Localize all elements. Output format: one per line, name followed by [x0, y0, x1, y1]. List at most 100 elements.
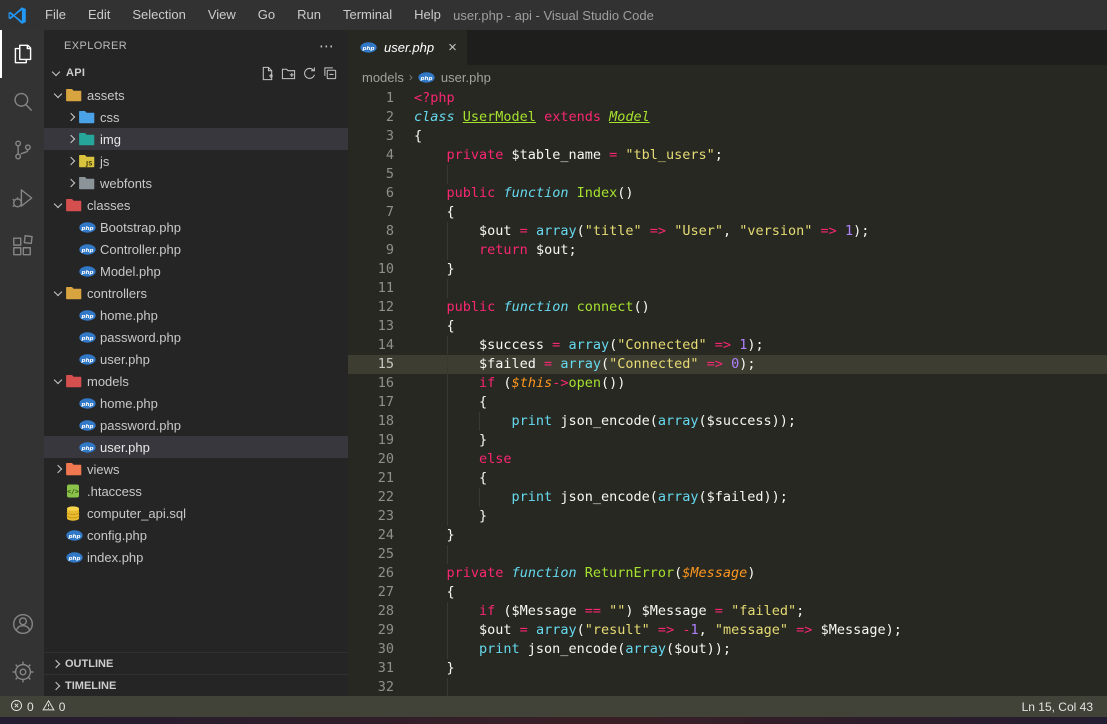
explorer-icon[interactable]: [0, 30, 44, 78]
tree-item-label: classes: [87, 198, 130, 213]
code-line-25[interactable]: 25: [348, 545, 1107, 564]
tree-item-label: Controller.php: [100, 242, 181, 257]
close-icon[interactable]: ×: [448, 40, 457, 55]
svg-text:php: php: [362, 46, 375, 52]
tree-item-password-php[interactable]: phppassword.php: [44, 326, 348, 348]
code-line-31[interactable]: 31 }: [348, 659, 1107, 678]
code-line-29[interactable]: 29 $out = array("result" => -1, "message…: [348, 621, 1107, 640]
menu-run[interactable]: Run: [286, 0, 332, 30]
menu-terminal[interactable]: Terminal: [332, 0, 403, 30]
search-icon[interactable]: [0, 78, 44, 126]
line-number: 22: [348, 488, 394, 507]
tree-item-controller-php[interactable]: phpController.php: [44, 238, 348, 260]
collapse-folders-icon[interactable]: [323, 66, 338, 81]
php-file-icon: php: [79, 442, 97, 453]
code-line-5[interactable]: 5: [348, 165, 1107, 184]
code-line-7[interactable]: 7 {: [348, 203, 1107, 222]
code-line-18[interactable]: 18 print json_encode(array($success));: [348, 412, 1107, 431]
outline-panel-header[interactable]: OUTLINE: [44, 652, 348, 674]
account-icon[interactable]: [0, 600, 44, 648]
code-line-30[interactable]: 30 print json_encode(array($out));: [348, 640, 1107, 659]
code-area[interactable]: 1<?php2class UserModel extends Model3{4 …: [348, 89, 1107, 696]
cursor-position[interactable]: Ln 15, Col 43: [1022, 700, 1093, 714]
code-line-22[interactable]: 22 print json_encode(array($failed));: [348, 488, 1107, 507]
code-line-3[interactable]: 3{: [348, 127, 1107, 146]
tree-item-label: webfonts: [100, 176, 152, 191]
source-control-icon[interactable]: [0, 126, 44, 174]
tree-item-home-php[interactable]: phphome.php: [44, 392, 348, 414]
tree-item-assets[interactable]: assets: [44, 84, 348, 106]
code-line-19[interactable]: 19 }: [348, 431, 1107, 450]
code-line-24[interactable]: 24 }: [348, 526, 1107, 545]
php-file-icon: php: [79, 398, 97, 409]
svg-text:php: php: [81, 335, 94, 341]
tree-item-bootstrap-php[interactable]: phpBootstrap.php: [44, 216, 348, 238]
new-folder-icon[interactable]: [281, 66, 296, 81]
code-line-4[interactable]: 4 private $table_name = "tbl_users";: [348, 146, 1107, 165]
folder-icon: JS: [79, 154, 97, 168]
folder-icon: [66, 286, 84, 300]
tree-item-views[interactable]: views: [44, 458, 348, 480]
code-line-11[interactable]: 11: [348, 279, 1107, 298]
section-header-api[interactable]: API: [44, 62, 348, 84]
line-number: 7: [348, 203, 394, 222]
menu-go[interactable]: Go: [247, 0, 286, 30]
menu-help[interactable]: Help: [403, 0, 452, 30]
menu-edit[interactable]: Edit: [77, 0, 121, 30]
vscode-logo-icon: [0, 5, 34, 26]
code-line-16[interactable]: 16 if ($this->open()): [348, 374, 1107, 393]
tree-item-config-php[interactable]: phpconfig.php: [44, 524, 348, 546]
extensions-icon[interactable]: [0, 222, 44, 270]
breadcrumb-user-php[interactable]: user.php: [441, 70, 491, 85]
tree-item-webfonts[interactable]: webfonts: [44, 172, 348, 194]
run-and-debug-icon[interactable]: [0, 174, 44, 222]
code-line-2[interactable]: 2class UserModel extends Model: [348, 108, 1107, 127]
tree-item-user-php[interactable]: phpuser.php: [44, 348, 348, 370]
settings-gear-icon[interactable]: [0, 648, 44, 696]
tab-user-php[interactable]: php user.php ×: [348, 30, 467, 65]
tree-item-index-php[interactable]: phpindex.php: [44, 546, 348, 568]
code-line-12[interactable]: 12 public function connect(): [348, 298, 1107, 317]
tree-item-computer-api-sql[interactable]: computer_api.sql: [44, 502, 348, 524]
tree-item-model-php[interactable]: phpModel.php: [44, 260, 348, 282]
code-line-28[interactable]: 28 if ($Message == "") $Message = "faile…: [348, 602, 1107, 621]
code-line-9[interactable]: 9 return $out;: [348, 241, 1107, 260]
code-line-13[interactable]: 13 {: [348, 317, 1107, 336]
code-line-10[interactable]: 10 }: [348, 260, 1107, 279]
timeline-panel-header[interactable]: TIMELINE: [44, 674, 348, 696]
ellipsis-icon[interactable]: ⋯: [319, 37, 334, 55]
code-line-15[interactable]: 15 $failed = array("Connected" => 0);: [348, 355, 1107, 374]
code-line-6[interactable]: 6 public function Index(): [348, 184, 1107, 203]
breadcrumb-models[interactable]: models: [362, 70, 404, 85]
tree-item-home-php[interactable]: phphome.php: [44, 304, 348, 326]
refresh-explorer-icon[interactable]: [302, 66, 317, 81]
tree-item-img[interactable]: img: [44, 128, 348, 150]
problems-status[interactable]: 0 0: [10, 698, 65, 715]
code-line-14[interactable]: 14 $success = array("Connected" => 1);: [348, 336, 1107, 355]
tree-item-css[interactable]: css: [44, 106, 348, 128]
tree-item-js[interactable]: JSjs: [44, 150, 348, 172]
code-line-27[interactable]: 27 {: [348, 583, 1107, 602]
code-line-26[interactable]: 26 private function ReturnError($Message…: [348, 564, 1107, 583]
code-line-23[interactable]: 23 }: [348, 507, 1107, 526]
code-line-17[interactable]: 17 {: [348, 393, 1107, 412]
menu-selection[interactable]: Selection: [121, 0, 196, 30]
menu-view[interactable]: View: [197, 0, 247, 30]
tree-item-classes[interactable]: classes: [44, 194, 348, 216]
code-line-21[interactable]: 21 {: [348, 469, 1107, 488]
tree-item-user-php[interactable]: phpuser.php: [44, 436, 348, 458]
tree-item-models[interactable]: models: [44, 370, 348, 392]
tree-item-controllers[interactable]: controllers: [44, 282, 348, 304]
code-line-1[interactable]: 1<?php: [348, 89, 1107, 108]
folder-icon: [79, 110, 97, 124]
code-line-20[interactable]: 20 else: [348, 450, 1107, 469]
code-line-32[interactable]: 32: [348, 678, 1107, 696]
code-line-8[interactable]: 8 $out = array("title" => "User", "versi…: [348, 222, 1107, 241]
tree-item-password-php[interactable]: phppassword.php: [44, 414, 348, 436]
menu-file[interactable]: File: [34, 0, 77, 30]
tree-item--htaccess[interactable]: </>.htaccess: [44, 480, 348, 502]
db-file-icon: [66, 506, 84, 521]
line-number: 4: [348, 146, 394, 165]
new-file-icon[interactable]: [260, 66, 275, 81]
editor-group: php user.php × models › php user.php 1<?…: [348, 30, 1107, 696]
